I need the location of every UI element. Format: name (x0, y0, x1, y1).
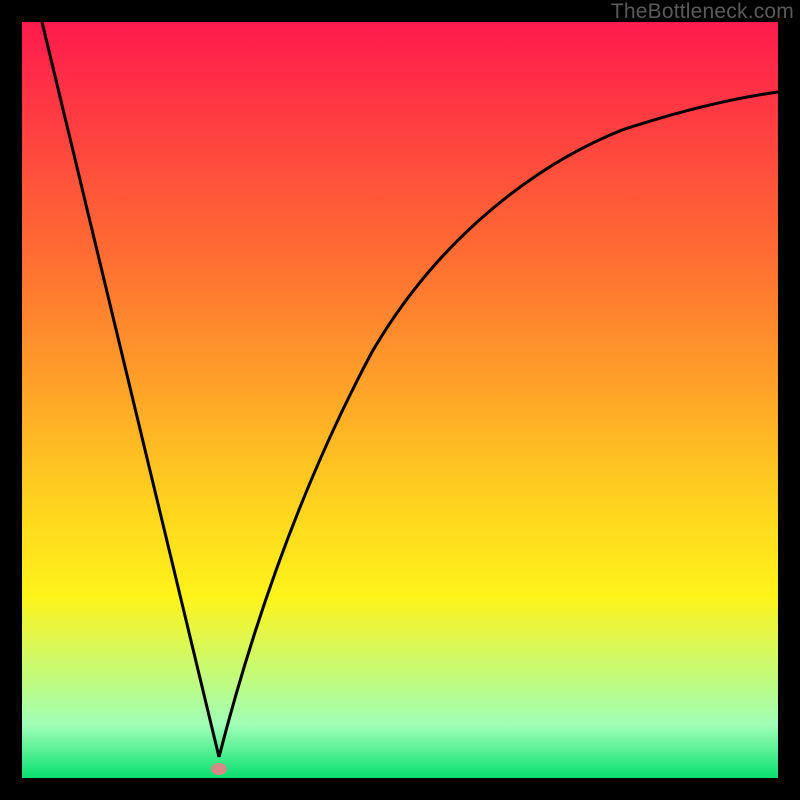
marker-dot (211, 763, 227, 775)
chart-curve (42, 22, 778, 757)
chart-svg (22, 22, 778, 778)
plot-area (22, 22, 778, 778)
chart-frame: TheBottleneck.com (0, 0, 800, 800)
watermark-text: TheBottleneck.com (611, 0, 794, 24)
